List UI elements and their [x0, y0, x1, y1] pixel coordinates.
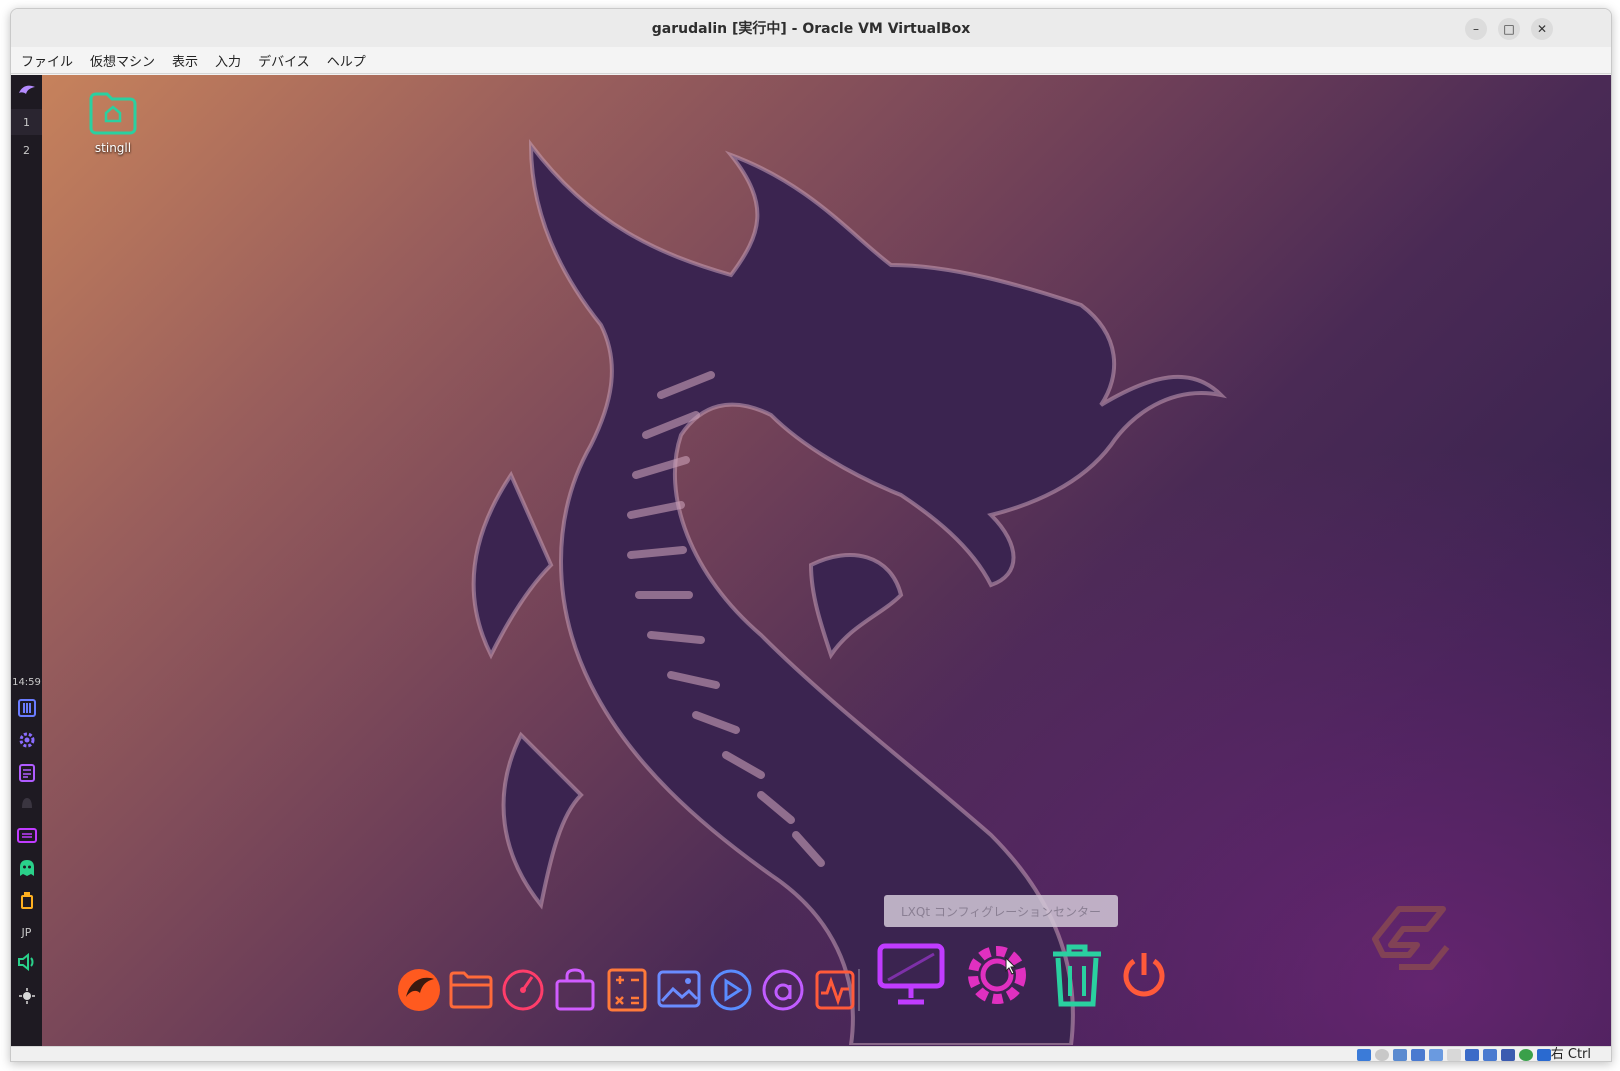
dock-lxqt-config-center[interactable]	[957, 933, 1037, 1017]
recording-icon[interactable]	[1483, 1048, 1497, 1061]
dock-media-player[interactable]	[706, 965, 756, 1015]
gauge-icon	[502, 969, 544, 1011]
dock-display-settings[interactable]	[875, 937, 947, 1013]
display-icon[interactable]	[1465, 1048, 1479, 1061]
menu-file[interactable]: ファイル	[21, 51, 73, 70]
menu-help[interactable]: ヘルプ	[327, 51, 366, 70]
cpu-icon[interactable]	[1501, 1048, 1515, 1061]
audio-icon[interactable]	[1393, 1048, 1407, 1061]
power-icon	[1123, 953, 1165, 997]
clipboard-icon[interactable]	[11, 759, 42, 785]
garuda-logo-icon	[1372, 906, 1450, 970]
shopping-bag-icon	[555, 968, 595, 1011]
desktop-home-folder[interactable]: stingll	[75, 91, 151, 155]
close-button[interactable]: ✕	[1531, 18, 1553, 40]
media-player-icon	[710, 969, 752, 1011]
window-title: garudalin [実行中] - Oracle VM VirtualBox	[651, 21, 971, 37]
clock[interactable]: 14:59	[11, 673, 42, 691]
shared-folders-icon[interactable]	[1447, 1048, 1461, 1061]
home-folder-icon	[89, 92, 137, 135]
status-icons	[1353, 1047, 1551, 1061]
system-monitor-icon	[815, 970, 855, 1010]
hard-disk-icon[interactable]	[1357, 1048, 1371, 1061]
garuda-menu-icon[interactable]	[11, 79, 42, 103]
dock-system-monitor[interactable]	[810, 965, 860, 1015]
night-mode-icon[interactable]	[11, 983, 42, 1009]
dock-image-viewer[interactable]	[654, 965, 704, 1015]
dock-gauge[interactable]	[498, 965, 548, 1015]
guest-display[interactable]: 1 2 14:59 JP stingll LXQt コンフィグレーションセンター	[11, 75, 1611, 1046]
volume-icon[interactable]	[11, 949, 42, 975]
workspace-2[interactable]: 2	[11, 137, 42, 163]
calculator-icon	[607, 968, 647, 1012]
menu-input[interactable]: 入力	[215, 51, 241, 70]
maximize-button[interactable]: □	[1498, 18, 1520, 40]
dock-power[interactable]	[1117, 945, 1171, 1005]
display-settings-icon	[877, 943, 945, 1005]
dock-calculator[interactable]	[602, 965, 652, 1015]
menu-devices[interactable]: デバイス	[258, 51, 310, 70]
dock-garuda-dragon[interactable]	[394, 965, 444, 1015]
settings-icon[interactable]	[11, 727, 42, 753]
menu-machine[interactable]: 仮想マシン	[90, 51, 155, 70]
keyboard-layout[interactable]: JP	[11, 921, 42, 943]
gear-icon	[968, 946, 1026, 1004]
dock-at-app[interactable]	[758, 965, 808, 1015]
screen-icon[interactable]	[11, 823, 42, 849]
network-icon[interactable]	[1411, 1048, 1425, 1061]
bell-icon[interactable]	[11, 791, 42, 817]
mouse-integration-icon[interactable]	[1537, 1048, 1551, 1061]
menu-view[interactable]: 表示	[172, 51, 198, 70]
minimize-button[interactable]: –	[1465, 18, 1487, 40]
mixer-icon[interactable]	[11, 695, 42, 721]
status-bar: 右 Ctrl	[11, 1046, 1611, 1062]
folder-icon	[449, 971, 493, 1009]
dock-apps	[394, 965, 862, 1015]
dragon-wallpaper	[471, 139, 1228, 1045]
dock-trash[interactable]	[1047, 939, 1107, 1011]
usb-icon[interactable]	[1429, 1048, 1443, 1061]
left-panel: 1 2 14:59 JP	[11, 75, 42, 1046]
virtualbox-window: garudalin [実行中] - Oracle VM VirtualBox –…	[10, 8, 1612, 1062]
workspace-1[interactable]: 1	[11, 109, 42, 135]
dock-file-manager[interactable]	[446, 965, 496, 1015]
host-key-label: 右 Ctrl	[1550, 1047, 1591, 1062]
tooltip: LXQt コンフィグレーションセンター	[884, 895, 1118, 927]
title-bar[interactable]: garudalin [実行中] - Oracle VM VirtualBox –…	[11, 9, 1611, 47]
dock-software-store[interactable]	[550, 965, 600, 1015]
ghost-icon[interactable]	[11, 855, 42, 881]
desktop-icon-label: stingll	[94, 141, 132, 155]
menu-bar: ファイル 仮想マシン 表示 入力 デバイス ヘルプ	[11, 47, 1611, 74]
usb-drive-icon[interactable]	[11, 887, 42, 913]
dock-separator	[858, 969, 860, 1011]
trash-icon	[1053, 944, 1101, 1007]
mouse-cursor-icon	[1005, 957, 1017, 975]
at-sign-icon	[762, 969, 804, 1011]
image-viewer-icon	[657, 970, 701, 1008]
guest-additions-icon[interactable]	[1519, 1048, 1533, 1061]
optical-drive-icon[interactable]	[1375, 1048, 1389, 1061]
dock-system	[875, 933, 1173, 1017]
garuda-dragon-icon	[398, 969, 440, 1011]
